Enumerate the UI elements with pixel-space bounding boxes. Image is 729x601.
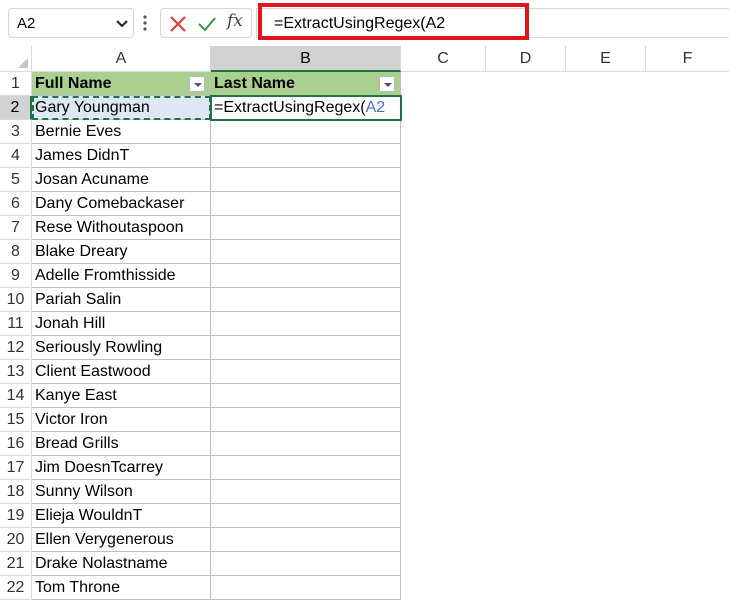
column-header-f[interactable]: F [646,46,729,72]
last-name-cell[interactable] [211,312,401,336]
row-header[interactable]: 12 [0,336,32,360]
row-header[interactable]: 19 [0,504,32,528]
cancel-x-icon[interactable] [169,15,187,38]
select-all-corner[interactable] [0,46,32,72]
row-header[interactable]: 20 [0,528,32,552]
last-name-cell[interactable] [211,264,401,288]
full-name-cell[interactable]: Sunny Wilson [32,480,211,504]
full-name-cell[interactable]: Blake Dreary [32,240,211,264]
row-header[interactable]: 1 [0,72,32,96]
column-header-d[interactable]: D [486,46,566,72]
last-name-cell[interactable] [211,384,401,408]
full-name-cell[interactable]: Drake Nolastname [32,552,211,576]
last-name-cell[interactable] [211,288,401,312]
full-name-cell[interactable]: Bread Grills [32,432,211,456]
row-header[interactable]: 6 [0,192,32,216]
chevron-down-icon[interactable] [115,17,129,35]
last-name-cell[interactable] [211,120,401,144]
full-name-cell[interactable]: Victor Iron [32,408,211,432]
table-header-last-name[interactable]: Last Name [211,72,401,96]
column-header-a[interactable]: A [32,46,211,72]
filter-dropdown-icon[interactable] [189,76,205,92]
full-name-cell[interactable]: Elieja WouldnT [32,504,211,528]
row-header[interactable]: 14 [0,384,32,408]
last-name-cell[interactable] [211,432,401,456]
function-fx-icon[interactable]: fx [227,11,243,31]
last-name-cell[interactable] [211,480,401,504]
last-name-cell[interactable] [211,528,401,552]
row-header[interactable]: 13 [0,360,32,384]
full-name-cell[interactable]: Rese Withoutaspoon [32,216,211,240]
formula-text[interactable]: =ExtractUsingRegex(A2 [274,14,445,34]
full-name-cell[interactable]: Pariah Salin [32,288,211,312]
header-label: Full Name [35,75,112,92]
table-header-full-name[interactable]: Full Name [32,72,211,96]
more-dots-icon[interactable] [142,14,148,37]
row-header[interactable]: 8 [0,240,32,264]
formula-buttons: fx [160,8,252,38]
full-name-cell[interactable]: Josan Acuname [32,168,211,192]
header-label: Last Name [214,75,295,92]
row-header[interactable]: 18 [0,480,32,504]
copy-marquee [32,96,211,120]
full-name-cell[interactable]: Jim DoesnTcarrey [32,456,211,480]
last-name-cell[interactable] [211,552,401,576]
column-header-e[interactable]: E [566,46,646,72]
last-name-cell[interactable] [211,456,401,480]
name-box[interactable]: A2 [8,8,134,38]
full-name-cell[interactable]: Client Eastwood [32,360,211,384]
row-header[interactable]: 7 [0,216,32,240]
formula-bar: A2 fx =ExtractUsingRegex(A2 [0,0,729,46]
last-name-cell[interactable] [211,192,401,216]
column-header-c[interactable]: C [401,46,486,72]
row-header[interactable]: 9 [0,264,32,288]
row-header[interactable]: 21 [0,552,32,576]
full-name-cell[interactable]: Bernie Eves [32,120,211,144]
full-name-cell[interactable]: Adelle Fromthisside [32,264,211,288]
row-header[interactable]: 2 [0,96,32,120]
filter-dropdown-icon[interactable] [379,76,395,92]
last-name-cell[interactable] [211,504,401,528]
last-name-cell[interactable] [211,216,401,240]
row-header[interactable]: 11 [0,312,32,336]
row-header[interactable]: 10 [0,288,32,312]
column-header-b[interactable]: B [211,46,401,72]
row-header[interactable]: 17 [0,456,32,480]
full-name-cell[interactable]: Seriously Rowling [32,336,211,360]
full-name-cell[interactable]: Ellen Verygenerous [32,528,211,552]
row-header[interactable]: 3 [0,120,32,144]
full-name-cell[interactable]: Jonah Hill [32,312,211,336]
full-name-cell[interactable]: James DidnT [32,144,211,168]
last-name-cell[interactable] [211,144,401,168]
name-box-value: A2 [17,15,36,32]
row-header[interactable]: 16 [0,432,32,456]
last-name-cell[interactable] [211,336,401,360]
last-name-cell[interactable] [211,408,401,432]
last-name-cell[interactable] [211,576,401,600]
full-name-cell[interactable]: Tom Throne [32,576,211,600]
enter-check-icon[interactable] [197,15,217,38]
full-name-cell[interactable]: Dany Comebackaser [32,192,211,216]
row-header[interactable]: 15 [0,408,32,432]
row-header[interactable]: 5 [0,168,32,192]
active-cell-border [210,95,402,121]
row-header[interactable]: 22 [0,576,32,600]
last-name-cell[interactable] [211,360,401,384]
last-name-cell[interactable] [211,168,401,192]
last-name-cell[interactable] [211,240,401,264]
row-header[interactable]: 4 [0,144,32,168]
full-name-cell[interactable]: Kanye East [32,384,211,408]
